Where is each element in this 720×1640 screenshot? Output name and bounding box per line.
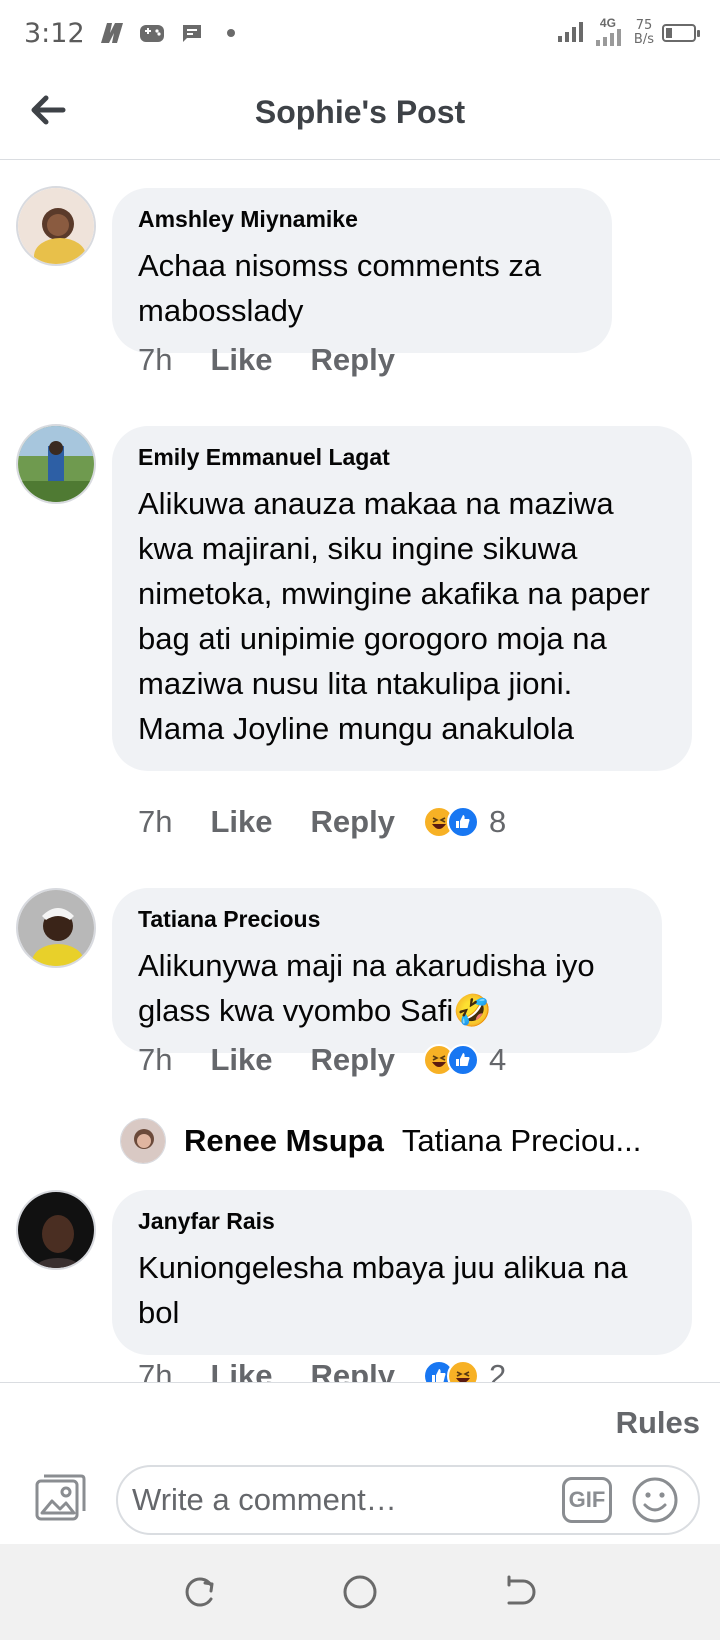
reaction-count: 4 — [488, 1042, 507, 1077]
comment-composer: Rules GIF — [0, 1382, 720, 1544]
comment-time: 7h — [138, 342, 173, 377]
like-button[interactable]: Like — [210, 342, 272, 378]
comment-text: Alikuwa anauza makaa na maziwa kwa majir… — [138, 486, 650, 746]
comment-actions: 7h Like Reply 4 — [138, 1042, 506, 1078]
rules-link[interactable]: Rules — [616, 1405, 700, 1441]
reactions-summary[interactable]: 2 — [422, 1358, 507, 1382]
like-reaction-icon — [446, 1044, 479, 1076]
reply-button[interactable]: Reply — [311, 342, 395, 378]
back-nav-button[interactable] — [498, 1570, 542, 1614]
reaction-count: 8 — [488, 804, 507, 839]
like-reaction-icon — [446, 806, 479, 838]
status-time: 3:12 — [24, 17, 85, 49]
message-notification-icon — [179, 21, 205, 45]
reply-snippet: Tatiana Preciou... — [401, 1123, 642, 1158]
arrow-left-icon — [31, 95, 66, 125]
gamepad-notification-icon — [139, 21, 165, 45]
like-button[interactable]: Like — [210, 804, 272, 840]
comment-time: 7h — [138, 1358, 173, 1382]
reply-button[interactable]: Reply — [311, 804, 395, 840]
system-nav-bar — [0, 1544, 720, 1640]
home-circle-icon — [343, 1575, 377, 1609]
comment-text: Alikunywa maji na akarudisha iyo glass k… — [138, 948, 595, 1028]
page-title: Sophie's Post — [254, 94, 466, 130]
avatar[interactable] — [120, 1118, 166, 1164]
comment-bubble[interactable]: Amshley Miynamike Achaa nisomss comments… — [112, 188, 612, 353]
avatar[interactable] — [16, 424, 96, 504]
network-speed: 75 B/s — [634, 19, 654, 47]
comment-author[interactable]: Janyfar Rais — [138, 1208, 666, 1235]
comment-author[interactable]: Tatiana Precious — [138, 906, 636, 933]
signal-4g-icon: 4G — [595, 16, 626, 46]
smiley-icon — [632, 1477, 678, 1523]
reaction-count: 2 — [488, 1358, 507, 1382]
avatar[interactable] — [16, 1190, 96, 1270]
comment-bubble[interactable]: Emily Emmanuel Lagat Alikuwa anauza maka… — [112, 426, 692, 771]
signal-icon — [557, 20, 588, 47]
comment-actions: 7h Like Reply 8 — [138, 804, 506, 840]
emoji-button[interactable] — [630, 1475, 680, 1525]
recent-apps-button[interactable] — [178, 1570, 222, 1614]
comment-box[interactable]: GIF — [116, 1465, 700, 1535]
comments-list[interactable]: Amshley Miynamike Achaa nisomss comments… — [0, 160, 720, 1382]
photo-icon — [35, 1474, 86, 1521]
battery-icon — [662, 24, 700, 42]
netflix-notification-icon — [99, 21, 125, 45]
avatar[interactable] — [16, 186, 96, 266]
reply-button[interactable]: Reply — [311, 1358, 395, 1382]
home-button[interactable] — [338, 1570, 382, 1614]
avatar[interactable] — [16, 888, 96, 968]
comment-bubble[interactable]: Tatiana Precious Alikunywa maji na akaru… — [112, 888, 662, 1053]
gif-button[interactable]: GIF — [562, 1477, 612, 1523]
recent-apps-icon — [185, 1577, 214, 1607]
comment-actions: 7h Like Reply — [138, 342, 395, 378]
like-button[interactable]: Like — [210, 1042, 272, 1078]
reply-preview[interactable]: Renee Msupa Tatiana Preciou... — [120, 1118, 680, 1164]
haha-reaction-icon — [446, 1360, 479, 1382]
like-button[interactable]: Like — [210, 1358, 272, 1382]
comment-input[interactable] — [132, 1482, 532, 1518]
comment-time: 7h — [138, 804, 173, 839]
reply-author[interactable]: Renee Msupa — [184, 1123, 384, 1159]
comment-actions: 7h Like Reply 2 — [138, 1358, 506, 1382]
comment-author[interactable]: Emily Emmanuel Lagat — [138, 444, 666, 471]
comment-text: Achaa nisomss comments za mabosslady — [138, 248, 542, 328]
network-speed-unit: B/s — [633, 32, 654, 47]
status-bar: 3:12 4G 75 B/s — [0, 0, 720, 66]
network-speed-value: 75 — [635, 18, 653, 33]
photo-button[interactable] — [34, 1473, 86, 1523]
reactions-summary[interactable]: 4 — [422, 1042, 507, 1078]
comment-bubble[interactable]: Janyfar Rais Kuniongelesha mbaya juu ali… — [112, 1190, 692, 1355]
reactions-summary[interactable]: 8 — [422, 804, 507, 840]
post-header: Sophie's Post — [0, 66, 720, 160]
more-notifications-dot — [226, 29, 235, 37]
back-button[interactable] — [26, 88, 70, 132]
back-nav-icon — [507, 1575, 536, 1605]
comment-author[interactable]: Amshley Miynamike — [138, 206, 586, 233]
comment-time: 7h — [138, 1042, 173, 1077]
reply-button[interactable]: Reply — [311, 1042, 395, 1078]
comment-text: Kuniongelesha mbaya juu alikua na bol — [138, 1250, 628, 1330]
